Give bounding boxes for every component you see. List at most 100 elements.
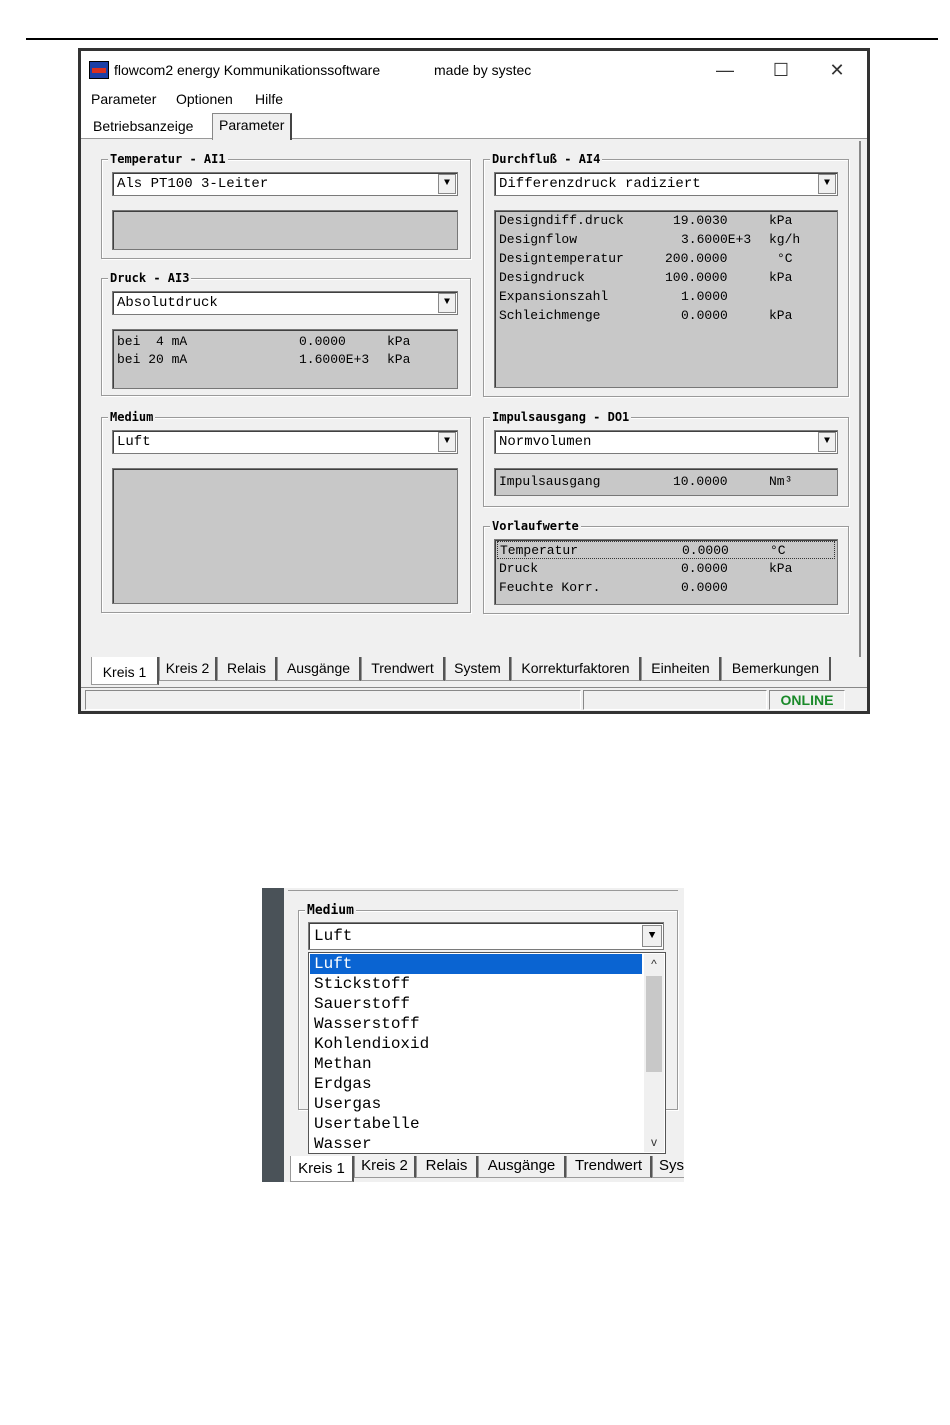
tab-system[interactable]: Sys <box>652 1156 684 1178</box>
menu-hilfe[interactable]: Hilfe <box>255 91 283 107</box>
chevron-down-icon[interactable]: v <box>644 1132 664 1152</box>
status-cell <box>583 690 767 710</box>
tab-einheiten[interactable]: Einheiten <box>641 657 721 681</box>
medium-info-box <box>112 468 458 604</box>
minimize-button[interactable]: — <box>707 57 743 83</box>
group-druck: Druck - AI3 Absolutdruck ▼ bei 4 mA 0.00… <box>101 271 471 396</box>
tab-trendwert[interactable]: Trendwert <box>566 1156 652 1178</box>
tab-system[interactable]: System <box>445 657 511 681</box>
group-title: Temperatur - AI1 <box>108 152 228 166</box>
group-title: Druck - AI3 <box>108 271 192 285</box>
list-item[interactable]: Methan <box>310 1054 642 1074</box>
status-badge: ONLINE <box>780 692 834 708</box>
group-title: Medium <box>108 410 156 424</box>
list-item[interactable]: Stickstoff <box>310 974 642 994</box>
tab-kreis-2[interactable]: Kreis 2 <box>354 1156 416 1178</box>
list-item: bei 20 mA 1.6000E+3 kPa <box>117 352 411 367</box>
group-impulsausgang: Impulsausgang - DO1 Normvolumen ▼ Impuls… <box>483 410 849 507</box>
medium-select[interactable]: Luft ▼ <box>112 430 458 454</box>
scrollbar-thumb[interactable] <box>646 976 662 1072</box>
tab-ausgaenge[interactable]: Ausgänge <box>277 657 361 681</box>
vorlauf-info-box: Temperatur 0.0000 °C Druck 0.0000 kPa Fe… <box>494 539 838 605</box>
impuls-select[interactable]: Normvolumen ▼ <box>494 430 838 454</box>
druck-select[interactable]: Absolutdruck ▼ <box>112 291 458 315</box>
list-item[interactable]: Kohlendioxid <box>310 1034 642 1054</box>
list-item[interactable]: Usertabelle <box>310 1114 642 1134</box>
tab-ausgaenge[interactable]: Ausgänge <box>478 1156 566 1178</box>
tab-relais[interactable]: Relais <box>416 1156 478 1178</box>
chevron-down-icon[interactable]: ▼ <box>818 432 836 452</box>
chevron-down-icon[interactable]: ▼ <box>642 925 662 947</box>
medium-dropdown-screenshot: Medium Luft ▼ Luft Stickstoff Sauerstoff… <box>262 888 684 1182</box>
list-item: Feuchte Korr. 0.0000 <box>499 580 728 595</box>
selected-value: Als PT100 3-Leiter <box>117 176 269 192</box>
chevron-down-icon[interactable]: ▼ <box>818 174 836 194</box>
list-item: Druck 0.0000 kPa <box>499 561 793 576</box>
temperatur-select[interactable]: Als PT100 3-Leiter ▼ <box>112 172 458 196</box>
group-title: Durchfluß - AI4 <box>490 152 603 166</box>
list-item: Schleichmenge 0.0000 kPa <box>499 308 793 323</box>
selected-value: Normvolumen <box>499 434 592 450</box>
made-by-label: made by systec <box>434 62 532 78</box>
chevron-down-icon[interactable]: ▼ <box>438 293 456 313</box>
tab-kreis-1[interactable]: Kreis 1 <box>91 657 159 685</box>
bottom-tab-bar: Kreis 1 Kreis 2 Relais Ausgänge Trendwer… <box>288 1156 684 1182</box>
tab-kreis-2[interactable]: Kreis 2 <box>159 657 217 681</box>
close-button[interactable]: ✕ <box>819 57 855 83</box>
menu-bar: Parameter Optionen Hilfe <box>81 89 867 111</box>
group-durchfluss: Durchfluß - AI4 Differenzdruck radiziert… <box>483 152 849 397</box>
app-window: flowcom2 energy Kommunikationssoftware m… <box>78 48 870 714</box>
window-title: flowcom2 energy Kommunikationssoftware <box>114 62 381 78</box>
menu-parameter[interactable]: Parameter <box>91 91 156 107</box>
list-item[interactable]: Wasserstoff <box>310 1014 642 1034</box>
list-item[interactable]: Sauerstoff <box>310 994 642 1014</box>
menu-optionen[interactable]: Optionen <box>176 91 233 107</box>
scrollbar[interactable]: ^ v <box>644 954 664 1152</box>
selected-value: Luft <box>117 434 151 450</box>
tab-parameter[interactable]: Parameter <box>212 113 293 140</box>
group-title: Medium <box>305 903 356 918</box>
list-item: Designdiff.druck 19.0030 kPa <box>499 213 793 228</box>
divider <box>288 888 678 891</box>
maximize-button[interactable]: ☐ <box>763 57 799 83</box>
list-item[interactable]: Usergas <box>310 1094 642 1114</box>
list-item: Designflow 3.6000E+3 kg/h <box>499 232 801 247</box>
list-item: bei 4 mA 0.0000 kPa <box>117 334 411 349</box>
tab-betriebsanzeige[interactable]: Betriebsanzeige <box>87 115 199 139</box>
list-item: Impulsausgang 10.0000 Nm³ <box>499 474 793 489</box>
parameter-panel: Temperatur - AI1 Als PT100 3-Leiter ▼ Dr… <box>87 141 861 657</box>
list-item[interactable]: Erdgas <box>310 1074 642 1094</box>
medium-options-list[interactable]: Luft Stickstoff Sauerstoff Wasserstoff K… <box>308 952 666 1154</box>
top-tab-bar: Betriebsanzeige Parameter <box>81 111 867 140</box>
window-edge <box>262 888 284 1182</box>
tab-kreis-1[interactable]: Kreis 1 <box>290 1156 354 1182</box>
chevron-down-icon[interactable]: ▼ <box>438 432 456 452</box>
app-logo-icon <box>89 61 109 79</box>
group-title: Vorlaufwerte <box>490 519 581 533</box>
selected-value: Absolutdruck <box>117 295 218 311</box>
group-medium: Medium Luft ▼ <box>101 410 471 613</box>
tab-relais[interactable]: Relais <box>217 657 277 681</box>
page-top-rule <box>26 38 938 40</box>
chevron-down-icon[interactable]: ▼ <box>438 174 456 194</box>
status-cell <box>85 690 581 710</box>
list-item: Designtemperatur 200.0000 °C <box>499 251 793 266</box>
group-temperatur: Temperatur - AI1 Als PT100 3-Leiter ▼ <box>101 152 471 259</box>
chevron-up-icon[interactable]: ^ <box>644 954 664 974</box>
temperatur-info-box <box>112 210 458 250</box>
list-item: Expansionszahl 1.0000 <box>499 289 728 304</box>
durchfluss-select[interactable]: Differenzdruck radiziert ▼ <box>494 172 838 196</box>
list-item[interactable]: Luft <box>310 954 642 974</box>
tab-bemerkungen[interactable]: Bemerkungen <box>721 657 831 681</box>
tab-korrekturfaktoren[interactable]: Korrekturfaktoren <box>511 657 641 681</box>
selected-value: Differenzdruck radiziert <box>499 176 701 192</box>
status-bar: ONLINE <box>81 687 867 711</box>
druck-info-box: bei 4 mA 0.0000 kPa bei 20 mA 1.6000E+3 … <box>112 329 458 389</box>
selected-value: Luft <box>314 927 353 945</box>
tab-trendwert[interactable]: Trendwert <box>361 657 445 681</box>
list-item[interactable]: Temperatur 0.0000 °C <box>497 541 835 559</box>
list-item[interactable]: Wasser <box>310 1134 642 1154</box>
list-item: Designdruck 100.0000 kPa <box>499 270 793 285</box>
group-vorlaufwerte: Vorlaufwerte Temperatur 0.0000 °C Druck … <box>483 519 849 614</box>
medium-select[interactable]: Luft ▼ <box>308 922 664 950</box>
